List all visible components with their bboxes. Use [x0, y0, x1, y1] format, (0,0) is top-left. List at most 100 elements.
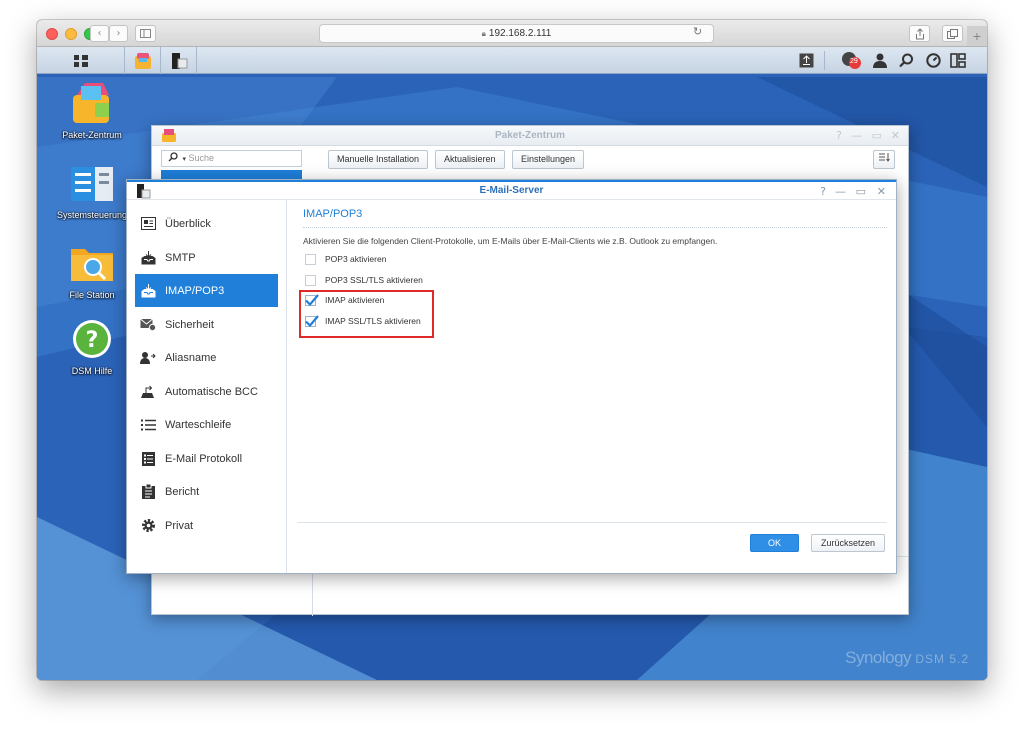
sidebar-item-label: Bericht — [165, 485, 200, 498]
sidebar-item-report[interactable]: Bericht — [135, 475, 278, 508]
notification-badge: 29 — [850, 58, 858, 65]
option-pop3[interactable]: POP3 aktivieren — [305, 252, 386, 266]
brand-version: DSM 5.2 — [915, 652, 969, 666]
back-button[interactable]: ‹ — [90, 25, 109, 42]
sort-view-button[interactable] — [873, 150, 895, 169]
minimize-icon[interactable]: — — [835, 185, 846, 198]
help-icon[interactable]: ? — [820, 185, 826, 198]
search-dropdown-caret: ▾ — [182, 156, 187, 163]
sidebar-item-overview[interactable]: Überblick — [135, 207, 278, 240]
browser-toolbar: ‹ › 🔒︎ 192.168.2.111 ↻ + — [37, 20, 987, 47]
refresh-button[interactable]: Aktualisieren — [435, 150, 505, 169]
tabs-overview-button[interactable] — [942, 25, 963, 42]
sidebar-item-label: SMTP — [165, 251, 196, 264]
option-label: POP3 aktivieren — [325, 254, 387, 264]
package-center-titlebar[interactable]: Paket-Zentrum ? — ▭ ✕ — [152, 126, 908, 146]
manual-install-button[interactable]: Manuelle Installation — [328, 150, 429, 169]
sidebar-item-mail-log[interactable]: E-Mail Protokoll — [135, 442, 278, 475]
url-text: 192.168.2.111 — [488, 28, 552, 39]
section-title: IMAP/POP3 — [303, 208, 363, 220]
widgets-gauge-icon[interactable] — [924, 51, 942, 69]
taskbar-package-center[interactable] — [125, 47, 161, 74]
lock-icon: 🔒︎ — [481, 28, 486, 38]
sidebar-item-label: Sicherheit — [165, 318, 214, 331]
mail-server-title: E-Mail-Server — [479, 185, 544, 196]
svg-text:?: ? — [86, 328, 99, 353]
forward-button[interactable]: › — [109, 25, 128, 42]
sidebar-item-alias[interactable]: Aliasname — [135, 341, 278, 374]
taskbar-mail-server[interactable] — [161, 47, 197, 74]
help-icon: ? — [73, 320, 111, 358]
queue-list-icon — [140, 417, 156, 433]
sidebar-item-queue[interactable]: Warteschleife — [135, 408, 278, 441]
option-label: POP3 SSL/TLS aktivieren — [325, 275, 423, 285]
desktop-icon-label: File Station — [69, 290, 115, 300]
sidebar-toggle-button[interactable] — [135, 25, 156, 42]
package-search-field[interactable]: ▾ Suche — [161, 150, 302, 167]
footer-divider — [297, 522, 887, 523]
sidebar-item-label: Automatische BCC — [165, 385, 258, 398]
synology-brand: Synology DSM 5.2 — [845, 648, 969, 668]
mail-server-sidebar: Überblick SMTP IMAP/POP3 Sicherheit Alia… — [127, 200, 287, 573]
taskbar-divider — [824, 51, 825, 70]
alias-user-icon — [140, 350, 156, 366]
desktop-icon-dsm-help[interactable]: ? DSM Hilfe — [47, 317, 137, 377]
sidebar-item-imap-pop3[interactable]: IMAP/POP3 — [135, 274, 278, 307]
desktop-icon-package-center[interactable]: Paket-Zentrum — [47, 81, 137, 141]
reset-button[interactable]: Zurücksetzen — [811, 534, 885, 552]
sidebar-item-auto-bcc[interactable]: Automatische BCC — [135, 375, 278, 408]
close-window-button[interactable] — [46, 28, 58, 40]
tabs-icon — [947, 28, 958, 39]
brand-name: Synology — [845, 648, 912, 667]
gear-icon — [140, 518, 156, 534]
sidebar-item-security[interactable]: Sicherheit — [135, 308, 278, 341]
search-placeholder: Suche — [188, 153, 215, 163]
desktop-icon-control-panel[interactable]: Systemsteuerung — [47, 163, 137, 221]
package-center-title: Paket-Zentrum — [494, 130, 565, 141]
main-menu-button[interactable] — [37, 47, 125, 74]
desktop-icon-label: DSM Hilfe — [71, 366, 113, 376]
mail-server-window: E-Mail-Server ? — ▭ ✕ Überblick SMTP IMA… — [126, 179, 897, 574]
search-icon[interactable] — [897, 51, 915, 69]
sidebar-item-smtp[interactable]: SMTP — [135, 241, 278, 274]
pop3-checkbox[interactable] — [305, 253, 316, 265]
dsm-desktop: 29 Paket-Zentrum Systemsteuerung File St… — [37, 47, 987, 680]
user-icon[interactable] — [871, 51, 889, 69]
share-icon — [915, 27, 924, 39]
browser-window: ‹ › 🔒︎ 192.168.2.111 ↻ + 29 Paket-Zentru… — [37, 20, 987, 680]
help-icon[interactable]: ? — [836, 129, 842, 142]
sidebar-item-label: Überblick — [165, 217, 211, 230]
overview-icon — [140, 216, 156, 232]
section-divider — [303, 227, 887, 228]
inbox-icon — [140, 250, 156, 266]
new-tab-button[interactable]: + — [967, 26, 987, 46]
imap-pop3-panel: IMAP/POP3 Aktivieren Sie die folgenden C… — [295, 200, 891, 573]
annotation-highlight-box — [299, 290, 434, 338]
pilot-view-icon[interactable] — [949, 51, 967, 69]
address-bar[interactable]: 🔒︎ 192.168.2.111 — [319, 24, 714, 43]
close-icon[interactable]: ✕ — [891, 129, 900, 142]
option-pop3-ssl[interactable]: POP3 SSL/TLS aktivieren — [305, 273, 423, 287]
sidebar-item-label: E-Mail Protokoll — [165, 452, 243, 465]
sidebar-item-private[interactable]: Privat — [135, 509, 278, 542]
reload-icon[interactable]: ↻ — [693, 25, 702, 38]
minimize-icon[interactable]: — — [851, 129, 862, 142]
report-clipboard-icon — [140, 484, 156, 500]
desktop-icon-file-station[interactable]: File Station — [47, 241, 137, 301]
sidebar-item-label: IMAP/POP3 — [165, 284, 225, 297]
minimize-window-button[interactable] — [65, 28, 77, 40]
settings-button[interactable]: Einstellungen — [512, 150, 585, 169]
pop3-ssl-checkbox[interactable] — [305, 274, 316, 286]
share-button[interactable] — [909, 25, 930, 42]
auto-bcc-icon — [140, 384, 156, 400]
maximize-icon[interactable]: ▭ — [856, 185, 866, 198]
notifications-icon[interactable]: 29 — [840, 51, 862, 69]
close-icon[interactable]: ✕ — [877, 185, 886, 198]
mail-server-titlebar[interactable]: E-Mail-Server ? — ▭ ✕ — [127, 180, 896, 200]
log-icon — [140, 451, 156, 467]
sidebar-item-label: Privat — [165, 519, 194, 532]
maximize-icon[interactable]: ▭ — [872, 129, 882, 142]
ok-button[interactable]: OK — [750, 534, 799, 552]
upload-queue-icon[interactable] — [797, 51, 815, 69]
file-station-icon — [71, 249, 113, 281]
